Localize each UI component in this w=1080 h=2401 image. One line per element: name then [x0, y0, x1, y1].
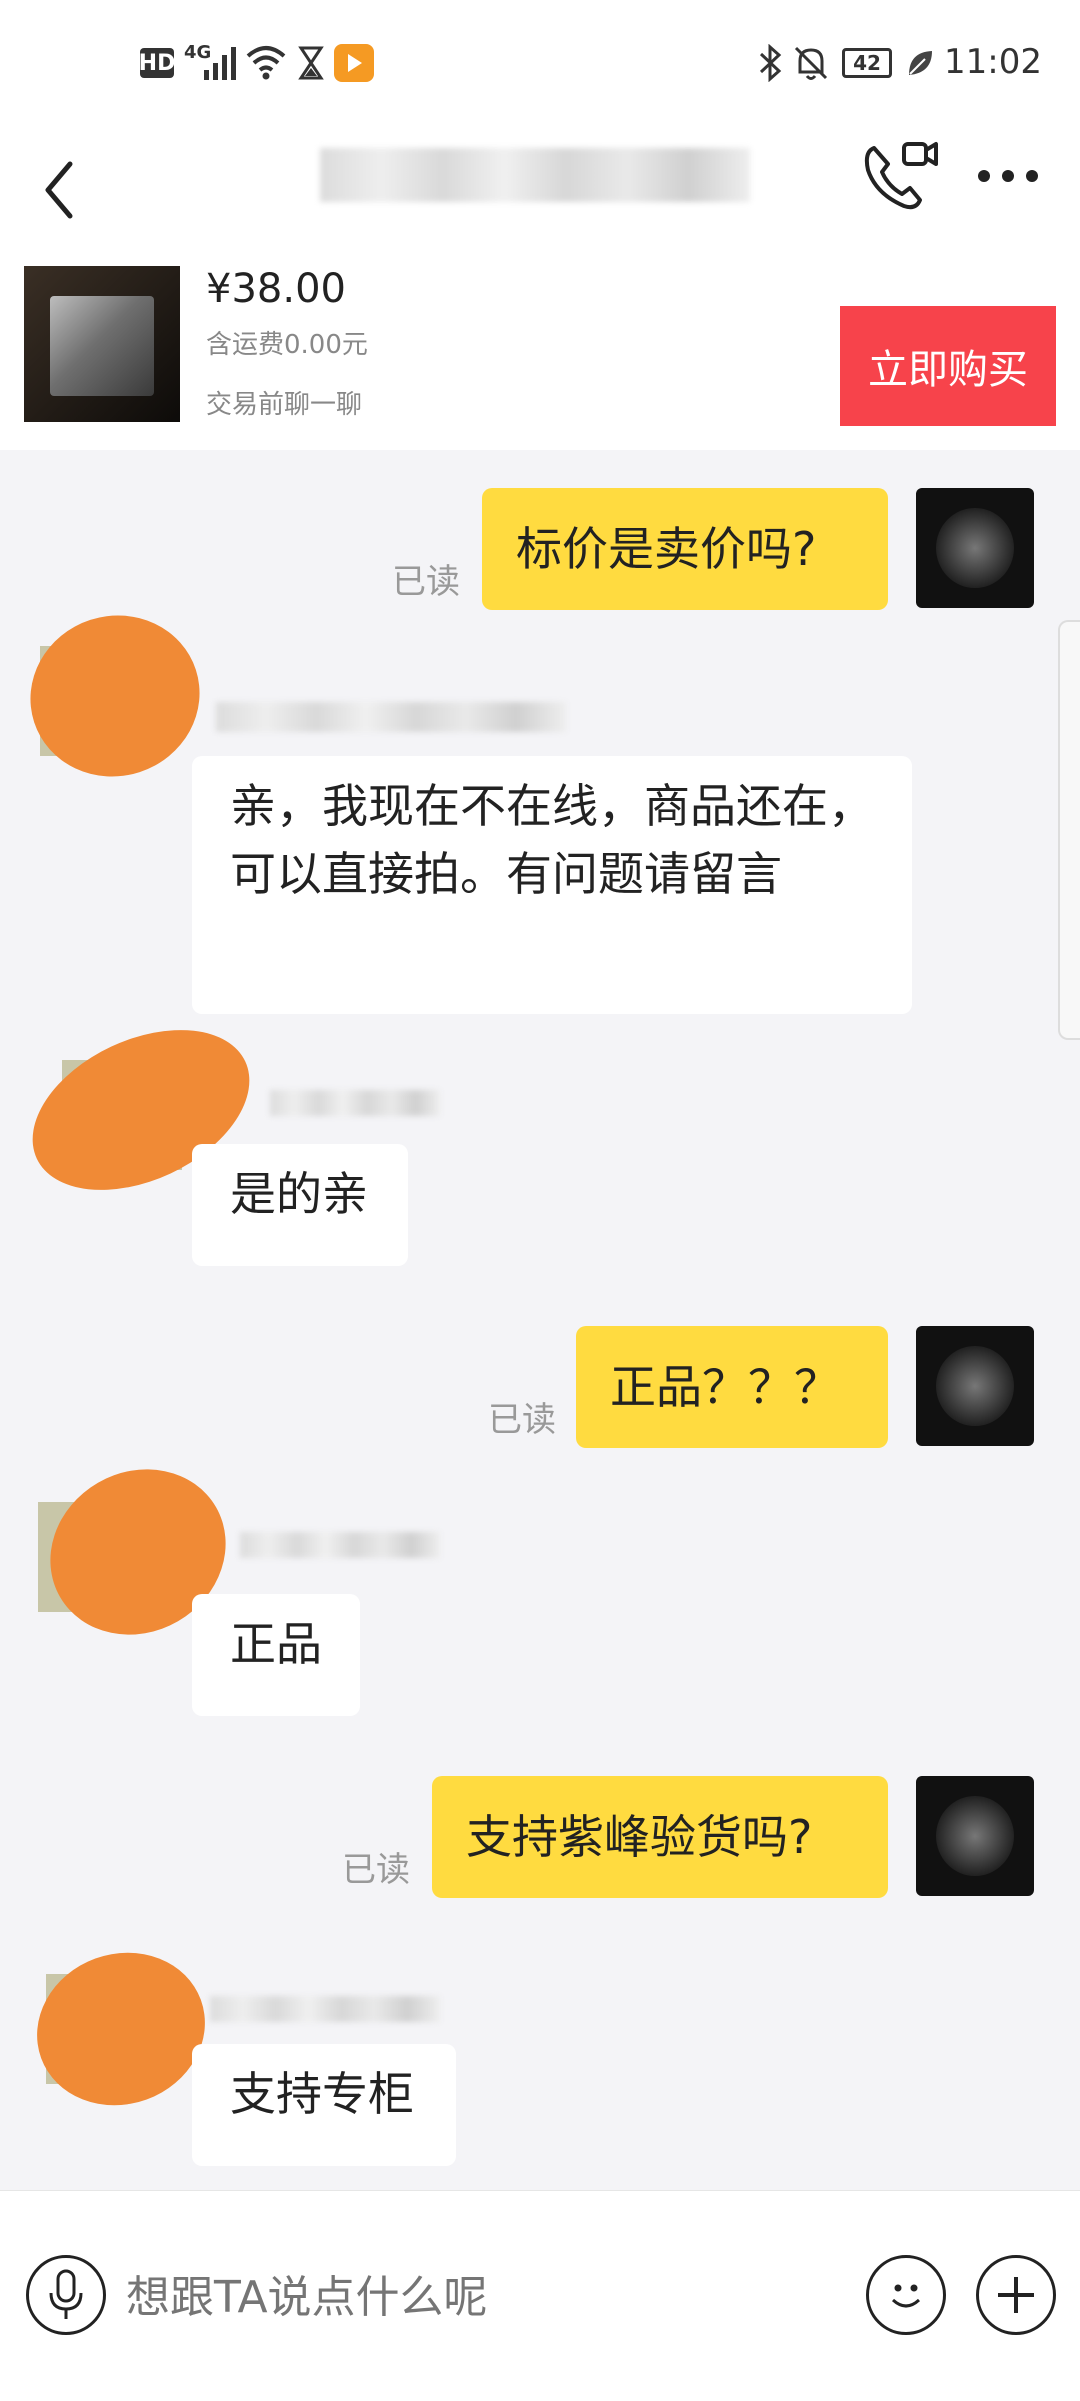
buy-now-button[interactable]: 立即购买: [840, 306, 1056, 426]
battery-level: 42: [853, 51, 881, 75]
product-thumbnail[interactable]: [24, 266, 180, 422]
product-note: 交易前聊一聊: [206, 390, 363, 420]
message-input[interactable]: [124, 2251, 828, 2343]
leaf-icon: [909, 51, 932, 75]
my-avatar[interactable]: [916, 1776, 1034, 1896]
add-button[interactable]: [976, 2255, 1056, 2335]
smiley-icon: [891, 2284, 921, 2308]
emoji-button[interactable]: [866, 2255, 946, 2335]
call-icon[interactable]: [860, 136, 940, 216]
contact-name-redacted: [320, 148, 750, 202]
my-avatar[interactable]: [916, 1326, 1034, 1446]
video-app-icon: [334, 44, 374, 82]
product-shipping: 含运费0.00元: [206, 330, 368, 360]
message-bubble-theirs[interactable]: 是的亲: [192, 1144, 408, 1266]
read-receipt: 已读: [488, 1400, 556, 1440]
scroll-handle[interactable]: [1058, 620, 1080, 1040]
message-list[interactable]: 已读 标价是卖价吗? 亲，我现在不在线，商品还在，可以直接拍。有问题请留言 是的…: [0, 450, 1080, 2190]
product-card[interactable]: ¥38.00 含运费0.00元 交易前聊一聊 立即购买: [0, 250, 1080, 450]
message-bubble-mine[interactable]: 标价是卖价吗?: [482, 488, 888, 610]
message-bubble-theirs[interactable]: 亲，我现在不在线，商品还在，可以直接拍。有问题请留言: [192, 756, 912, 1014]
voice-button[interactable]: [26, 2255, 106, 2335]
message-bubble-theirs[interactable]: 支持专柜: [192, 2044, 456, 2166]
mute-bell-icon: [794, 46, 828, 80]
hd-indicator: HD: [139, 48, 175, 78]
product-price: ¥38.00: [206, 266, 346, 312]
sender-name-redacted: [210, 1996, 440, 2022]
status-bar: HD 4G 42 11:02: [0, 0, 1080, 130]
message-bubble-mine[interactable]: 支持紫峰验货吗?: [432, 1776, 888, 1898]
battery-icon: 42: [842, 48, 892, 78]
sender-name-redacted: [270, 1090, 440, 1116]
read-receipt: 已读: [342, 1850, 410, 1890]
signal-icon: [204, 47, 236, 80]
more-icon[interactable]: [976, 166, 1040, 186]
bluetooth-icon: [759, 44, 782, 82]
contact-avatar[interactable]: [15, 1929, 227, 2129]
chat-header: [0, 130, 1080, 250]
message-bubble-mine[interactable]: 正品？？？: [576, 1326, 888, 1448]
sender-name-redacted: [240, 1532, 440, 1558]
microphone-icon: [49, 2269, 83, 2319]
back-icon[interactable]: [40, 150, 80, 230]
clock: 11:02: [944, 42, 1042, 82]
read-receipt: 已读: [392, 562, 460, 602]
plus-icon: [998, 2277, 1034, 2313]
my-avatar[interactable]: [916, 488, 1034, 608]
input-bar: [0, 2190, 1080, 2401]
wifi-icon: [246, 46, 286, 80]
hourglass-icon: [298, 46, 324, 80]
contact-avatar[interactable]: [9, 593, 221, 799]
message-bubble-theirs[interactable]: 正品: [192, 1594, 360, 1716]
sender-name-redacted: [216, 702, 566, 732]
